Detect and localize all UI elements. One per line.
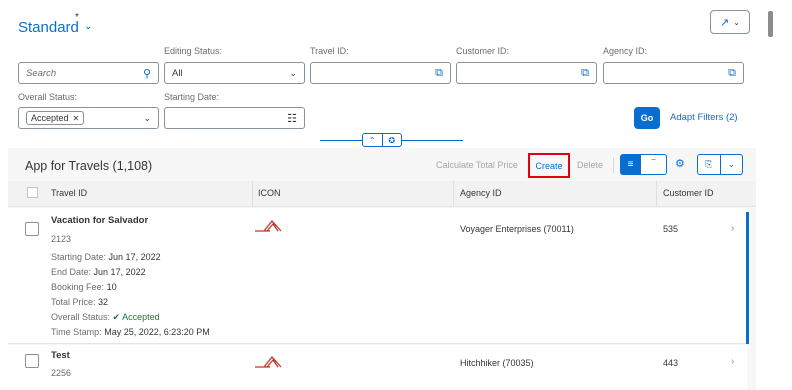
column-divider: [453, 181, 454, 207]
detail-value: 10: [106, 282, 117, 292]
column-travel-id[interactable]: Travel ID: [51, 188, 87, 198]
detail-end-date: End Date: Jun 17, 2022: [51, 267, 146, 277]
detail-total-price: Total Price: 32: [51, 297, 108, 307]
table-title: App for Travels (1,108): [25, 159, 153, 173]
gear-icon[interactable]: ⚙: [675, 157, 685, 170]
starting-date-label: Starting Date:: [164, 92, 220, 102]
chevron-down-icon[interactable]: ⌄: [84, 21, 92, 32]
agency-cell: Voyager Enterprises (70011): [460, 224, 574, 234]
select-all-checkbox[interactable]: [27, 187, 38, 198]
detail-overall-status: Overall Status: ✔︎ Accepted: [51, 312, 160, 323]
adapt-filters-button[interactable]: Adapt Filters (2): [670, 112, 738, 123]
detail-label: Time Stamp:: [51, 327, 102, 337]
share-icon: ↗: [720, 16, 730, 29]
go-button[interactable]: Go: [634, 107, 660, 129]
check-circle-icon: ✔︎: [112, 312, 121, 322]
row-checkbox[interactable]: [25, 354, 39, 368]
expand-rows-button[interactable]: ≡: [620, 154, 641, 175]
search-icon[interactable]: ⚲: [143, 67, 151, 80]
export-menu-button[interactable]: ⎘ ⌄: [697, 154, 743, 175]
detail-value: Jun 17, 2022: [108, 252, 161, 262]
column-customer-id[interactable]: Customer ID: [663, 188, 714, 198]
chevron-right-icon[interactable]: ›: [731, 223, 734, 234]
detail-value: 32: [98, 297, 109, 307]
export-icon[interactable]: ⎘: [698, 155, 721, 174]
row-checkbox[interactable]: [25, 222, 39, 236]
agency-id-label: Agency ID:: [603, 46, 648, 56]
value-help-icon[interactable]: ⧉: [728, 67, 736, 80]
detail-label: Overall Status:: [51, 312, 111, 322]
overall-status-select[interactable]: Accepted ✕ ⌄: [18, 107, 159, 129]
mountain-icon: [255, 355, 282, 368]
editing-status-label: Editing Status:: [164, 46, 223, 56]
chevron-down-icon[interactable]: ⌄: [721, 155, 743, 174]
editing-status-value: All: [172, 67, 183, 79]
collapse-rows-button[interactable]: ‾: [641, 154, 667, 175]
customer-id-field[interactable]: ⧉: [456, 62, 597, 84]
line-icon: ‾: [651, 159, 656, 170]
overall-status-label: Overall Status:: [18, 92, 78, 102]
list-icon: ≡: [627, 159, 634, 170]
customer-id-label: Customer ID:: [456, 46, 510, 56]
scrollbar[interactable]: [768, 11, 773, 37]
toolbar-separator: [613, 157, 614, 173]
customer-cell: 535: [663, 224, 679, 234]
agency-cell: Hitchhiker (70035): [460, 358, 534, 368]
chevron-right-icon[interactable]: ›: [731, 356, 734, 367]
travel-description: Test: [51, 350, 70, 361]
create-button[interactable]: Create: [528, 153, 570, 178]
share-button[interactable]: ↗ ⌄: [710, 10, 750, 34]
detail-booking-fee: Booking Fee: 10: [51, 282, 117, 292]
column-agency-id[interactable]: Agency ID: [460, 188, 502, 198]
header-collapse-controls[interactable]: ⌃ ✪: [362, 133, 402, 147]
variant-title[interactable]: Standard: [18, 19, 79, 36]
delete-button[interactable]: Delete: [577, 160, 603, 170]
status-accepted: Accepted: [122, 312, 160, 322]
travel-id: 2123: [51, 234, 72, 244]
calendar-icon[interactable]: ☷: [287, 112, 297, 125]
detail-label: Booking Fee:: [51, 282, 105, 292]
status-token[interactable]: Accepted ✕: [26, 111, 85, 125]
search-placeholder: Search: [26, 67, 57, 79]
travel-id-field[interactable]: ⧉: [310, 62, 451, 84]
travel-id-label: Travel ID:: [310, 46, 349, 56]
chevron-down-icon: ⌄: [733, 17, 740, 27]
status-token-label: Accepted: [31, 113, 69, 123]
variant-management[interactable]: Standard * ⌄: [18, 12, 92, 36]
variant-modified-marker: *: [75, 12, 79, 23]
customer-cell: 443: [663, 358, 679, 368]
row-highlight: [746, 212, 749, 344]
value-help-icon[interactable]: ⧉: [435, 67, 443, 80]
travel-description: Vacation for Salvador: [51, 215, 149, 226]
mountain-icon: [255, 219, 282, 232]
chevron-down-icon[interactable]: ⌄: [289, 68, 297, 79]
collapse-icon[interactable]: ⌃: [363, 134, 383, 146]
detail-starting-date: Starting Date: Jun 17, 2022: [51, 252, 161, 262]
starting-date-picker[interactable]: ☷: [164, 107, 305, 129]
calculate-total-price-button[interactable]: Calculate Total Price: [436, 160, 518, 170]
editing-status-select[interactable]: All ⌄: [164, 62, 305, 84]
table-column-header: [8, 181, 756, 207]
column-divider: [252, 181, 253, 207]
pin-icon[interactable]: ✪: [383, 134, 402, 146]
column-icon[interactable]: ICON: [258, 188, 281, 198]
value-help-icon[interactable]: ⧉: [581, 67, 589, 80]
search-input[interactable]: Search ⚲: [18, 62, 159, 84]
column-divider: [656, 181, 657, 207]
detail-label: Total Price:: [51, 297, 96, 307]
detail-label: Starting Date:: [51, 252, 107, 262]
close-icon[interactable]: ✕: [73, 114, 80, 123]
detail-value: May 25, 2022, 6:23:20 PM: [104, 327, 210, 337]
detail-time-stamp: Time Stamp: May 25, 2022, 6:23:20 PM: [51, 327, 210, 337]
agency-id-field[interactable]: ⧉: [603, 62, 744, 84]
table-row[interactable]: [8, 345, 747, 390]
detail-value: Jun 17, 2022: [93, 267, 146, 277]
travel-id: 2256: [51, 368, 72, 378]
detail-label: End Date:: [51, 267, 92, 277]
chevron-down-icon[interactable]: ⌄: [143, 113, 151, 124]
